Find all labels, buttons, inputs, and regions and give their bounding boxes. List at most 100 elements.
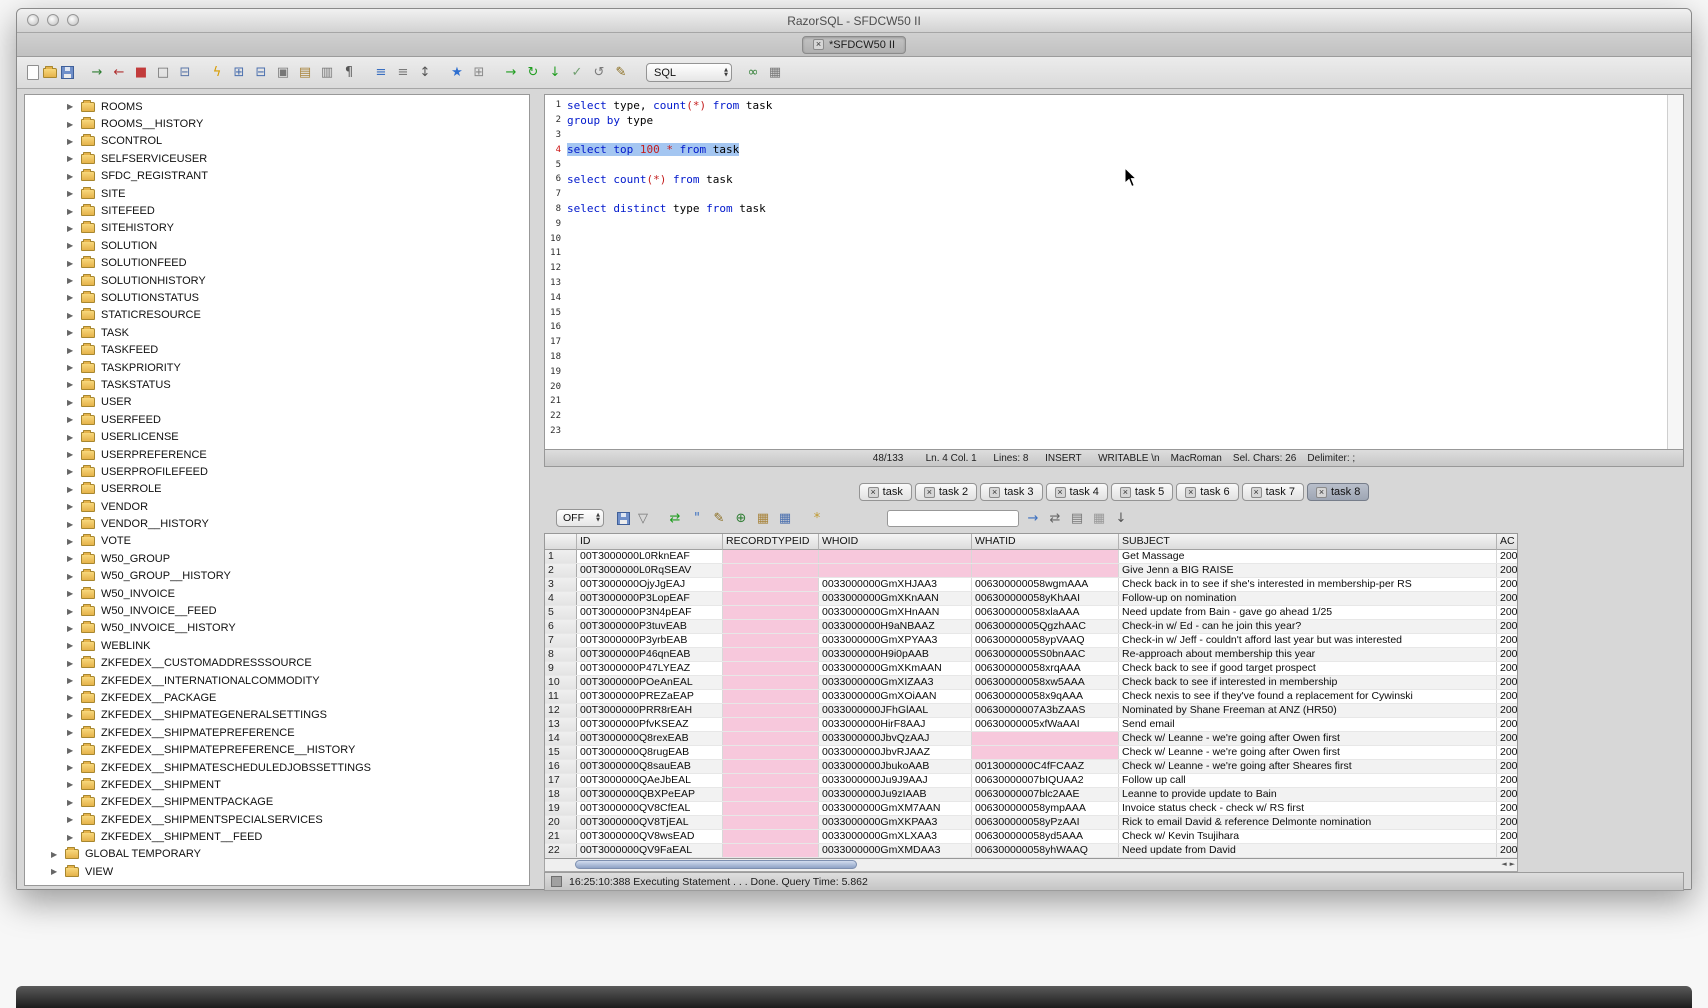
grid-cell[interactable]: 0033000000GmXMDAA3 xyxy=(819,844,972,857)
grid-cell[interactable]: Send email xyxy=(1119,718,1497,731)
grid-cell[interactable]: Invoice status check - check w/ RS first xyxy=(1119,802,1497,815)
disclosure-triangle-icon[interactable]: ▶ xyxy=(67,224,78,233)
remove-connection-icon[interactable]: ■ xyxy=(132,64,150,81)
grid-cell[interactable] xyxy=(723,830,819,843)
disclosure-triangle-icon[interactable]: ▶ xyxy=(67,780,78,789)
grid-cell[interactable]: 200 xyxy=(1497,732,1518,745)
column-header[interactable]: ID xyxy=(577,534,723,550)
export-grid-icon[interactable]: ▦ xyxy=(1090,510,1108,527)
grid-cell[interactable] xyxy=(972,746,1119,759)
describe-icon[interactable]: ¶ xyxy=(340,64,358,81)
tree-item[interactable]: ▶ZKFEDEX__SHIPMENTSPECIALSERVICES xyxy=(25,811,529,828)
table-list-icon[interactable]: ⊞ xyxy=(230,64,248,81)
tree-item[interactable]: ▶SOLUTIONHISTORY xyxy=(25,272,529,289)
disclosure-triangle-icon[interactable]: ▶ xyxy=(67,363,78,372)
open-file-icon[interactable] xyxy=(43,68,57,78)
grid-cell[interactable] xyxy=(723,746,819,759)
disclosure-triangle-icon[interactable]: ▶ xyxy=(67,798,78,807)
grid-cell[interactable] xyxy=(723,732,819,745)
tree-item[interactable]: ▶SFDC_REGISTRANT xyxy=(25,168,529,185)
grid-cell[interactable] xyxy=(723,662,819,675)
quotes-icon[interactable]: " xyxy=(688,510,706,527)
grid-cell[interactable]: 0033000000JbukoAAB xyxy=(819,760,972,773)
disclosure-triangle-icon[interactable]: ▶ xyxy=(67,241,78,250)
requery-icon[interactable]: ⇄ xyxy=(1046,510,1064,527)
connections-icon[interactable]: ∞ xyxy=(744,64,762,81)
document-tab[interactable]: × *SFDCW50 II xyxy=(802,36,906,54)
grid-cell[interactable]: 00T3000000P3yrbEAB xyxy=(577,634,723,647)
editor-line[interactable]: 17 xyxy=(547,335,1667,350)
grid-cell[interactable] xyxy=(723,718,819,731)
grid-row[interactable]: 2000T3000000QV8TjEAL0033000000GmXKPAA300… xyxy=(545,816,1517,830)
disclosure-triangle-icon[interactable]: ▶ xyxy=(67,154,78,163)
tree-item[interactable]: ▶SOLUTION xyxy=(25,237,529,254)
grid-cell[interactable]: 006300000058xlaAAA xyxy=(972,606,1119,619)
copy-table-icon[interactable]: ▣ xyxy=(274,64,292,81)
grid-cell[interactable]: Leanne to provide update to Bain xyxy=(1119,788,1497,801)
result-tab[interactable]: ×task 2 xyxy=(915,483,977,501)
disclosure-triangle-icon[interactable]: ▶ xyxy=(67,380,78,389)
grid-cell[interactable]: Give Jenn a BIG RAISE xyxy=(1119,564,1497,577)
grid-cell[interactable]: 006300000058wgmAAA xyxy=(972,578,1119,591)
max-rows-select[interactable]: OFF ▲▼ xyxy=(556,509,604,527)
grid-cell[interactable]: Check w/ Leanne - we're going after Owen… xyxy=(1119,746,1497,759)
tree-item[interactable]: ▶USERPROFILEFEED xyxy=(25,463,529,480)
grid-cell[interactable]: 200 xyxy=(1497,564,1518,577)
insert-row-icon[interactable]: ⊕ xyxy=(732,510,750,527)
tree-item[interactable]: ▶GLOBAL TEMPORARY xyxy=(25,846,529,863)
grid-cell[interactable]: Need update from Bain - gave go ahead 1/… xyxy=(1119,606,1497,619)
grid-cell[interactable]: Check w/ Leanne - we're going after Shea… xyxy=(1119,760,1497,773)
disclosure-triangle-icon[interactable]: ▶ xyxy=(67,120,78,129)
disclosure-triangle-icon[interactable]: ▶ xyxy=(67,641,78,650)
grid-cell[interactable]: Follow-up on nomination xyxy=(1119,592,1497,605)
grid-cell[interactable]: 00630000005S0bnAAC xyxy=(972,648,1119,661)
grid-cell[interactable]: 200 xyxy=(1497,718,1518,731)
grid-row[interactable]: 600T3000000P3tuvEAB0033000000H9aNBAAZ006… xyxy=(545,620,1517,634)
tree-item[interactable]: ▶USERROLE xyxy=(25,481,529,498)
grid-cell[interactable]: 00T3000000POeAnEAL xyxy=(577,676,723,689)
edit-connection-icon[interactable]: □ xyxy=(154,64,172,81)
grid-cell[interactable] xyxy=(723,802,819,815)
grid-cell[interactable]: Get Massage xyxy=(1119,550,1497,563)
editor-line[interactable]: 22 xyxy=(547,409,1667,424)
editor-line[interactable]: 4select top 100 * from task xyxy=(547,142,1667,157)
schema-tree-panel[interactable]: ▶ROOMS▶ROOMS__HISTORY▶SCONTROL▶SELFSERVI… xyxy=(24,94,530,886)
disclosure-triangle-icon[interactable]: ▶ xyxy=(67,728,78,737)
close-tab-icon[interactable]: × xyxy=(924,487,935,498)
grid-cell[interactable]: 0033000000GmXKmAAN xyxy=(819,662,972,675)
grid-row[interactable]: 700T3000000P3yrbEAB0033000000GmXPYAA3006… xyxy=(545,634,1517,648)
tree-item[interactable]: ▶ZKFEDEX__SHIPMATEPREFERENCE xyxy=(25,724,529,741)
editor-line[interactable]: 12 xyxy=(547,261,1667,276)
grid-cell[interactable]: 200 xyxy=(1497,550,1518,563)
close-tab-icon[interactable]: × xyxy=(1120,487,1131,498)
tree-item[interactable]: ▶TASKSTATUS xyxy=(25,376,529,393)
result-tab[interactable]: ×task 7 xyxy=(1242,483,1304,501)
disclosure-triangle-icon[interactable]: ▶ xyxy=(67,659,78,668)
grid-row[interactable]: 2100T3000000QV8wsEAD0033000000GmXLXAA300… xyxy=(545,830,1517,844)
scrollbar-thumb[interactable] xyxy=(575,860,857,869)
tree-item[interactable]: ▶USERPREFERENCE xyxy=(25,446,529,463)
editor-line[interactable]: 21 xyxy=(547,394,1667,409)
disclosure-triangle-icon[interactable]: ▶ xyxy=(67,102,78,111)
disclosure-triangle-icon[interactable]: ▶ xyxy=(67,485,78,494)
undo-icon[interactable]: ↺ xyxy=(590,64,608,81)
tree-item[interactable]: ▶ROOMS xyxy=(25,98,529,115)
grid-cell[interactable]: 00T3000000PfvKSEAZ xyxy=(577,718,723,731)
grid-cell[interactable]: 0033000000GmXLXAA3 xyxy=(819,830,972,843)
grid-row[interactable]: 400T3000000P3LopEAF0033000000GmXKnAAN006… xyxy=(545,592,1517,606)
grid-cell[interactable]: 00T3000000QV8TjEAL xyxy=(577,816,723,829)
grid-cell[interactable]: 006300000058yKhAAI xyxy=(972,592,1119,605)
minimize-window-button[interactable] xyxy=(47,14,59,26)
grid-cell[interactable] xyxy=(972,550,1119,563)
grid-cell[interactable]: 006300000058xrqAAA xyxy=(972,662,1119,675)
disclosure-triangle-icon[interactable]: ▶ xyxy=(67,311,78,320)
tree-item[interactable]: ▶USER xyxy=(25,394,529,411)
disclosure-triangle-icon[interactable]: ▶ xyxy=(67,520,78,529)
editor-line[interactable]: 1select type, count(*) from task xyxy=(547,98,1667,113)
result-tab[interactable]: ×task xyxy=(859,483,912,501)
grid-cell[interactable]: 200 xyxy=(1497,676,1518,689)
tree-item[interactable]: ▶VENDOR xyxy=(25,498,529,515)
result-tab[interactable]: ×task 3 xyxy=(980,483,1042,501)
edit-notes-icon[interactable]: ✎ xyxy=(612,64,630,81)
disclosure-triangle-icon[interactable]: ▶ xyxy=(67,572,78,581)
